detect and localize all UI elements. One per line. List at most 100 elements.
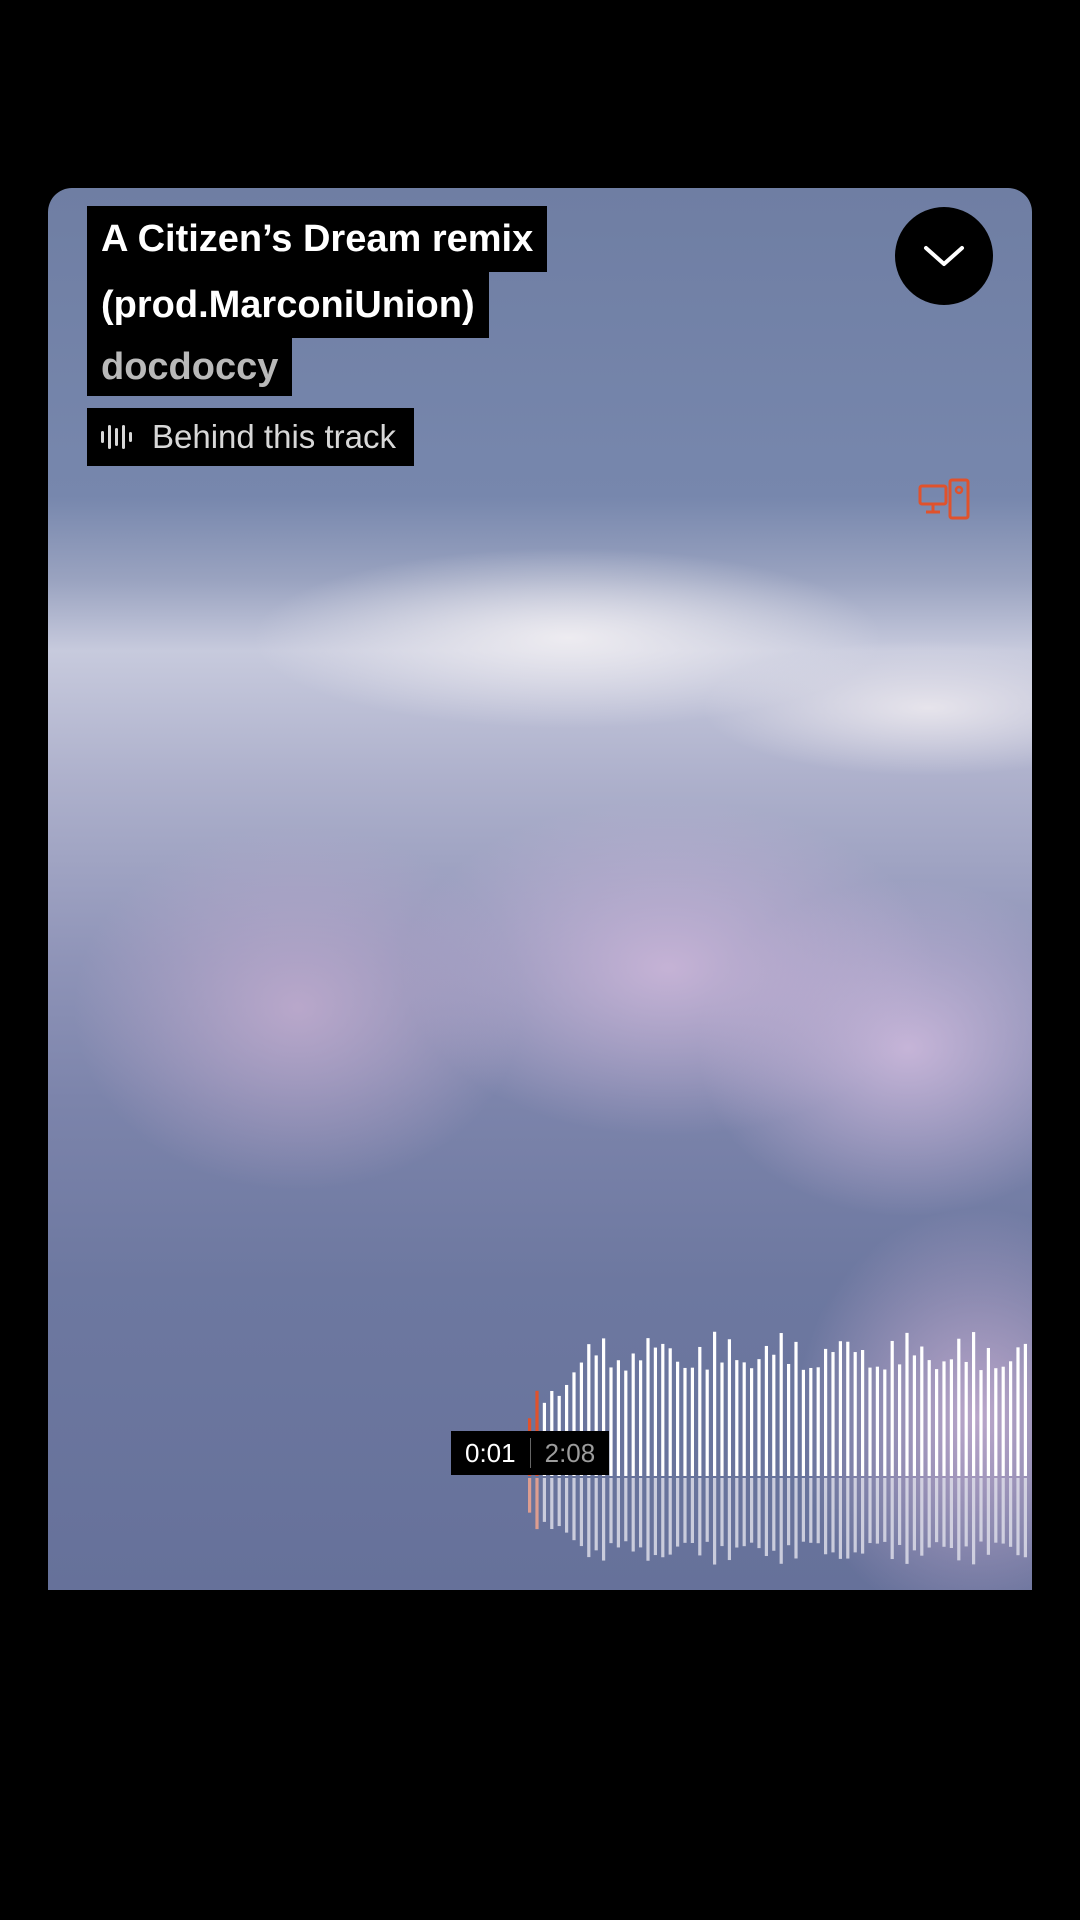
waveform-reflection-bar [542, 1478, 546, 1522]
waveform-bar [831, 1352, 835, 1476]
waveform-reflection-bar [579, 1478, 583, 1547]
waveform-bar [772, 1354, 776, 1476]
waveform-reflection-bar [890, 1478, 894, 1560]
waveform-bar [661, 1343, 665, 1476]
waveform-reflection-bar [750, 1478, 754, 1543]
waveform-reflection-bar [942, 1478, 946, 1547]
waveform-reflection-bar [794, 1478, 798, 1559]
chevron-down-icon [924, 246, 964, 266]
waveform-reflection-bar [986, 1478, 990, 1555]
waveform-bar [1001, 1366, 1005, 1476]
waveform-bar [986, 1347, 990, 1476]
waveform-reflection-bar [528, 1478, 532, 1513]
waveform-reflection-bar [779, 1478, 783, 1564]
waveform-reflection-bar [550, 1478, 554, 1530]
waveform-bar [705, 1369, 709, 1476]
waveform-bar [735, 1360, 739, 1476]
waveform-bar [846, 1341, 850, 1476]
waveform-icon [101, 424, 132, 450]
artist-name[interactable]: docdoccy [87, 338, 293, 396]
waveform-bar [979, 1370, 983, 1476]
behind-this-track-button[interactable]: Behind this track [87, 408, 414, 466]
waveform-bar [942, 1361, 946, 1476]
waveform-reflection-bar [624, 1478, 628, 1542]
waveform-bar [609, 1367, 613, 1476]
waveform-reflection-bar [1016, 1478, 1020, 1556]
waveform-reflection-bar [646, 1478, 650, 1561]
waveform-reflection-bar [846, 1478, 850, 1559]
waveform-bar [690, 1367, 694, 1476]
waveform-bar [927, 1360, 931, 1476]
track-duration: 2:08 [544, 1437, 596, 1468]
cast-devices-icon[interactable] [918, 478, 972, 522]
waveform-reflection-bar [816, 1478, 820, 1544]
waveform-reflection-bar [668, 1478, 672, 1555]
waveform-bar [898, 1364, 902, 1476]
waveform-bar [750, 1368, 754, 1476]
waveform-reflection-bar [690, 1478, 694, 1543]
waveform-reflection-bar [565, 1478, 569, 1533]
waveform-bar [816, 1367, 820, 1476]
waveform-bar [676, 1361, 680, 1476]
waveform-reflection-bar [801, 1478, 805, 1542]
waveform-reflection-bar [1009, 1478, 1013, 1547]
waveform-reflection-bar [787, 1478, 791, 1546]
waveform-bar [853, 1352, 857, 1476]
waveform-reflection-bar [764, 1478, 768, 1557]
collapse-player-button[interactable] [895, 207, 993, 305]
waveform-bar [824, 1348, 828, 1476]
waveform-reflection-bar [920, 1478, 924, 1556]
waveform-bar [653, 1347, 657, 1476]
waveform-bar [616, 1360, 620, 1476]
waveform-reflection-bar [979, 1478, 983, 1542]
track-title-line2: (prod.MarconiUnion) [87, 272, 489, 338]
waveform-reflection-bar [653, 1478, 657, 1556]
waveform-bar [764, 1345, 768, 1476]
waveform-bar [949, 1359, 953, 1476]
waveform-reflection-bar [809, 1478, 813, 1543]
time-display: 0:01 2:08 [451, 1431, 610, 1475]
waveform-reflection-bar [949, 1478, 953, 1549]
waveform-reflection-bar [883, 1478, 887, 1542]
waveform-bar [698, 1346, 702, 1476]
track-title-line1: A Citizen’s Dream remix [87, 206, 548, 272]
waveform-reflection-bar [898, 1478, 902, 1545]
waveform-reflection-bar [1023, 1478, 1027, 1558]
waveform-reflection-bar [676, 1478, 680, 1547]
waveform-bar [994, 1368, 998, 1476]
waveform-bar [875, 1366, 879, 1476]
waveform-bar [883, 1369, 887, 1476]
waveform-bar [631, 1353, 635, 1476]
waveform-bar [720, 1362, 724, 1476]
waveform-bar [787, 1363, 791, 1476]
waveform-bar [727, 1339, 731, 1476]
waveform-bar [683, 1367, 687, 1476]
waveform-bar [920, 1346, 924, 1476]
waveform-reflection-bar [557, 1478, 561, 1527]
waveform-bar [1023, 1343, 1027, 1476]
waveform-reflection-bar [661, 1478, 665, 1558]
waveform-reflection-bar [683, 1478, 687, 1543]
waveform-bar [668, 1348, 672, 1476]
waveform-reflection-bar [698, 1478, 702, 1556]
waveform-reflection-bar [875, 1478, 879, 1544]
waveform-reflection-bar [587, 1478, 591, 1558]
waveform-reflection-bar [742, 1478, 746, 1547]
waveform-reflection-bar [838, 1478, 842, 1559]
waveform-bar [912, 1355, 916, 1476]
waveform-reflection-bar [616, 1478, 620, 1548]
waveform-reflection-bar [602, 1478, 606, 1561]
waveform-reflection-bar [912, 1478, 916, 1551]
waveform-reflection-bar [757, 1478, 761, 1549]
waveform-bar [861, 1350, 865, 1476]
waveform-bar [868, 1367, 872, 1476]
waveform-reflection-bar [1001, 1478, 1005, 1544]
waveform-reflection-bar [631, 1478, 635, 1552]
waveform-bar [905, 1332, 909, 1476]
waveform-reflection-bar [735, 1478, 739, 1548]
waveform-reflection-bar [594, 1478, 598, 1551]
waveform-reflection-bar [831, 1478, 835, 1553]
waveform-bar [935, 1369, 939, 1476]
waveform-bar [1009, 1361, 1013, 1476]
waveform-bar [801, 1369, 805, 1476]
